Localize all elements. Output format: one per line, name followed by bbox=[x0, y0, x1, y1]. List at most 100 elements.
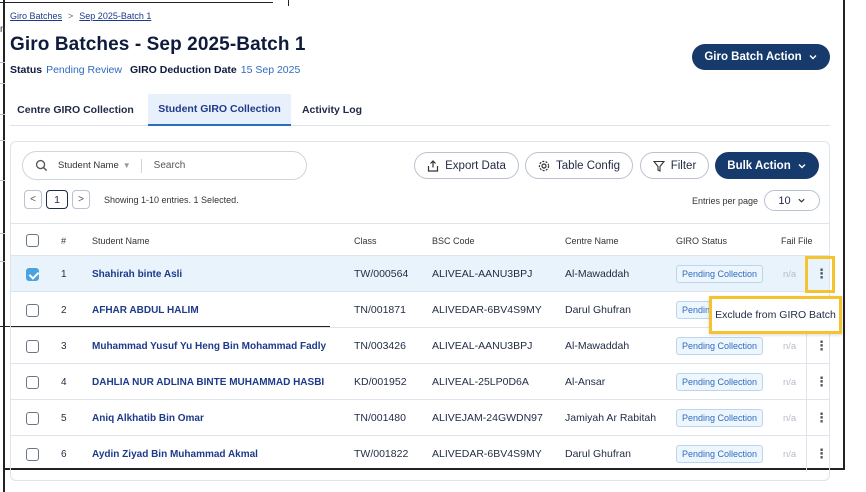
search-field-select[interactable]: Student Name bbox=[58, 160, 119, 171]
bulk-action-label: Bulk Action bbox=[727, 159, 791, 172]
student-name-link[interactable]: Aydin Ziyad Bin Muhammad Akmal bbox=[92, 436, 258, 472]
row-checkbox[interactable] bbox=[26, 328, 39, 364]
left-tick bbox=[0, 114, 5, 115]
table-row[interactable]: 6 Aydin Ziyad Bin Muhammad Akmal TW/0018… bbox=[11, 436, 829, 472]
deduction-date-label: GIRO Deduction Date bbox=[129, 64, 237, 76]
table-row[interactable]: 5 Aniq Alkhatib Bin Omar TN/001480 ALIVE… bbox=[11, 400, 829, 436]
entries-per-page-label: Entries per page bbox=[692, 195, 759, 206]
status-badge: Pending Collection bbox=[676, 409, 764, 427]
search-input[interactable]: Search bbox=[154, 160, 186, 171]
row-index: 1 bbox=[61, 268, 67, 280]
row-checkbox[interactable] bbox=[26, 400, 39, 436]
giro-batch-action-label: Giro Batch Action bbox=[704, 51, 802, 63]
more-options-icon[interactable]: ⋮ bbox=[815, 364, 828, 400]
filter-button[interactable]: Filter bbox=[640, 152, 709, 179]
table-row[interactable]: 4 DAHLIA NUR ADLINA BINTE MUHAMMAD HASBI… bbox=[11, 364, 829, 400]
giro-status-cell: Pending Collection bbox=[676, 400, 764, 436]
checkbox-checked[interactable] bbox=[26, 267, 39, 281]
student-name-link[interactable]: Muhammad Yusuf Yu Heng Bin Mohammad Fadl… bbox=[92, 328, 326, 364]
search-icon bbox=[35, 159, 48, 172]
tab-label: Centre GIRO Collection bbox=[17, 104, 134, 116]
row-checkbox[interactable] bbox=[26, 256, 39, 292]
centre-name-cell: Al-Ansar bbox=[565, 376, 606, 388]
column-header-fail-file[interactable]: Fail File bbox=[781, 224, 813, 257]
column-header-centre-name[interactable]: Centre Name bbox=[565, 224, 619, 257]
exclude-from-giro-batch-label: Exclude from GIRO Batch bbox=[715, 309, 836, 321]
row-index: 3 bbox=[61, 340, 67, 352]
centre-name-cell: Darul Ghufran bbox=[565, 448, 631, 460]
checkbox[interactable] bbox=[26, 303, 39, 317]
bulk-action-button[interactable]: Bulk Action bbox=[715, 152, 819, 179]
left-tick bbox=[0, 180, 5, 181]
kebab-highlight-box bbox=[805, 256, 835, 293]
entries-info: Showing 1-10 entries. 1 Selected. bbox=[104, 194, 239, 205]
student-name-link[interactable]: Aniq Alkhatib Bin Omar bbox=[92, 400, 204, 436]
export-data-label: Export Data bbox=[445, 159, 506, 172]
student-name-link[interactable]: AFHAR ABDUL HALIM bbox=[92, 292, 199, 328]
status-value: Pending Review bbox=[46, 64, 122, 76]
chevron-down-icon bbox=[809, 55, 817, 60]
tab-centre-giro-collection[interactable]: Centre GIRO Collection bbox=[10, 94, 141, 126]
checkbox[interactable] bbox=[26, 411, 39, 425]
class-cell: KD/001952 bbox=[354, 376, 407, 388]
frame-left-line bbox=[3, 0, 5, 492]
centre-name-cell: Darul Ghufran bbox=[565, 304, 631, 316]
left-tick bbox=[0, 62, 5, 63]
table-row[interactable]: 3 Muhammad Yusuf Yu Heng Bin Mohammad Fa… bbox=[11, 328, 829, 364]
fail-file-cell: n/a bbox=[783, 448, 797, 460]
breadcrumb-current-link[interactable]: Sep 2025-Batch 1 bbox=[79, 11, 151, 21]
checkbox[interactable] bbox=[26, 234, 39, 247]
student-name-link[interactable]: DAHLIA NUR ADLINA BINTE MUHAMMAD HASBI bbox=[92, 364, 324, 400]
search-bar[interactable]: Student Name ▼ Search bbox=[22, 151, 307, 180]
filter-icon bbox=[652, 160, 665, 172]
giro-batch-action-button[interactable]: Giro Batch Action bbox=[692, 44, 830, 70]
deduction-date-value: 15 Sep 2025 bbox=[240, 64, 301, 76]
export-data-button[interactable]: Export Data bbox=[414, 152, 519, 179]
table-config-button[interactable]: Table Config bbox=[525, 152, 633, 179]
tab-student-giro-collection[interactable]: Student GIRO Collection bbox=[148, 94, 291, 126]
checkbox[interactable] bbox=[26, 447, 39, 461]
select-all-checkbox[interactable] bbox=[26, 224, 39, 257]
class-cell: TN/003426 bbox=[354, 340, 406, 352]
table-row[interactable]: 2 AFHAR ABDUL HALIM TN/001871 ALIVEDAR-6… bbox=[11, 292, 829, 328]
row-checkbox[interactable] bbox=[26, 364, 39, 400]
checkbox[interactable] bbox=[26, 375, 39, 389]
table-row[interactable]: 1 Shahirah binte Asli TW/000564 ALIVEAL-… bbox=[11, 256, 829, 292]
checkbox[interactable] bbox=[26, 339, 39, 353]
next-page-button[interactable]: > bbox=[72, 190, 90, 209]
breadcrumb-root-link[interactable]: Giro Batches bbox=[10, 11, 62, 21]
exclude-from-giro-batch-menu-item[interactable]: Exclude from GIRO Batch bbox=[709, 296, 842, 334]
status-label: Status bbox=[10, 64, 43, 76]
bsc-code-cell: ALIVEAL-AANU3BPJ bbox=[432, 340, 533, 352]
table-config-label: Table Config bbox=[556, 159, 620, 172]
entries-per-page-value: 10 bbox=[778, 194, 791, 207]
more-options-icon[interactable]: ⋮ bbox=[815, 400, 828, 436]
column-header-giro-status[interactable]: GIRO Status bbox=[676, 224, 727, 257]
current-page-input[interactable]: 1 bbox=[46, 190, 68, 209]
fail-file-cell: n/a bbox=[783, 376, 797, 388]
left-tick bbox=[0, 261, 5, 262]
giro-status-cell: Pending Collection bbox=[676, 364, 764, 400]
more-options-icon[interactable]: ⋮ bbox=[815, 436, 828, 472]
row-checkbox[interactable] bbox=[26, 436, 39, 472]
column-header-bsc-code[interactable]: BSC Code bbox=[432, 224, 475, 257]
student-name-link[interactable]: Shahirah binte Asli bbox=[92, 256, 182, 292]
prev-page-button[interactable]: < bbox=[24, 190, 42, 209]
column-header-student-name[interactable]: Student Name bbox=[92, 224, 150, 257]
tab-activity-log[interactable]: Activity Log bbox=[297, 94, 367, 126]
status-badge: Pending Collection bbox=[676, 445, 764, 463]
gear-icon bbox=[538, 160, 550, 171]
tab-bar: Centre GIRO Collection Student GIRO Coll… bbox=[10, 94, 830, 126]
left-tick bbox=[0, 83, 5, 84]
pagination: < 1 > Showing 1-10 entries. 1 Selected. bbox=[24, 190, 239, 209]
column-header-class[interactable]: Class bbox=[354, 224, 377, 257]
fail-file-cell: n/a bbox=[783, 268, 797, 280]
row-checkbox[interactable] bbox=[26, 292, 39, 328]
table-header: # Student Name Class BSC Code Centre Nam… bbox=[11, 223, 829, 256]
row-index: 5 bbox=[61, 412, 67, 424]
column-divider bbox=[806, 364, 807, 400]
entries-per-page-select[interactable]: 10 bbox=[764, 190, 821, 211]
page-title: Giro Batches - Sep 2025-Batch 1 bbox=[10, 34, 306, 55]
filter-label: Filter bbox=[670, 159, 697, 172]
centre-name-cell: Al-Mawaddah bbox=[565, 340, 630, 352]
